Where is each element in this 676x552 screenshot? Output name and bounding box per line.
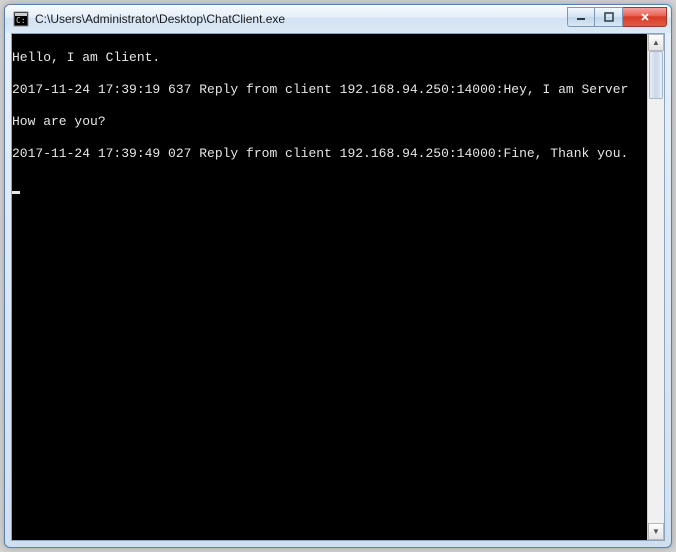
scroll-down-arrow-icon[interactable]: ▼ (648, 523, 664, 540)
vertical-scrollbar[interactable]: ▲ ▼ (647, 34, 664, 540)
minimize-button[interactable] (567, 7, 595, 27)
svg-text:C:: C: (16, 16, 26, 25)
console-line: How are you? (12, 114, 647, 130)
text-cursor (12, 191, 20, 194)
maximize-button[interactable] (595, 7, 623, 27)
console-line: 2017-11-24 17:39:19 637 Reply from clien… (12, 82, 647, 98)
close-button[interactable] (623, 7, 667, 27)
console-line: Hello, I am Client. (12, 50, 647, 66)
app-icon: C: (13, 11, 29, 27)
scroll-track[interactable] (648, 51, 664, 523)
console-line: 2017-11-24 17:39:49 027 Reply from clien… (12, 146, 647, 162)
window-title: C:\Users\Administrator\Desktop\ChatClien… (35, 12, 285, 26)
titlebar[interactable]: C: C:\Users\Administrator\Desktop\ChatCl… (5, 5, 671, 33)
scroll-thumb[interactable] (649, 51, 663, 99)
application-window: C: C:\Users\Administrator\Desktop\ChatCl… (4, 4, 672, 548)
window-controls (567, 7, 667, 27)
console-output[interactable]: Hello, I am Client. 2017-11-24 17:39:19 … (12, 34, 647, 540)
scroll-up-arrow-icon[interactable]: ▲ (648, 34, 664, 51)
client-area: Hello, I am Client. 2017-11-24 17:39:19 … (11, 33, 665, 541)
